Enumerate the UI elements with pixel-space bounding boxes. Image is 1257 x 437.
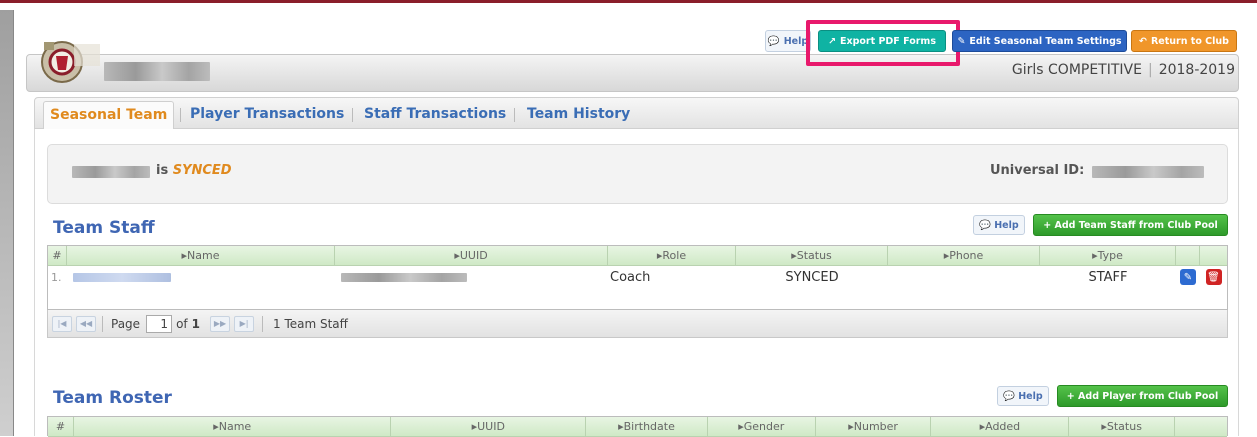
tab-staff-transactions[interactable]: Staff Transactions bbox=[364, 103, 506, 127]
club-crest-icon bbox=[41, 41, 100, 83]
row-number: 1. bbox=[51, 270, 62, 284]
staff-name-redacted bbox=[67, 266, 335, 288]
staff-pager: |◀ ◀◀ Page 1 of 1 ▶▶ ▶| 1 Team Staff bbox=[47, 310, 1228, 338]
col-delete bbox=[1200, 246, 1227, 265]
col-role[interactable]: ▸ Role bbox=[608, 246, 736, 265]
highlight-annotation bbox=[806, 20, 960, 66]
col-number[interactable]: # bbox=[48, 246, 67, 265]
col-uuid[interactable]: ▸ UUID bbox=[335, 246, 608, 265]
col-status[interactable]: ▸ Status bbox=[1069, 417, 1176, 436]
tab-team-history[interactable]: Team History bbox=[527, 103, 630, 127]
staff-phone bbox=[888, 266, 1040, 288]
page-number-input[interactable]: 1 bbox=[146, 314, 173, 333]
tab-bar: Seasonal Team Player Transactions Staff … bbox=[34, 97, 1239, 129]
col-number[interactable]: # bbox=[48, 417, 74, 436]
prev-page-button[interactable]: ◀◀ bbox=[76, 315, 96, 332]
col-added[interactable]: ▸ Added bbox=[931, 417, 1070, 436]
tab-seasonal-team[interactable]: Seasonal Team bbox=[43, 101, 175, 129]
tab-player-transactions[interactable]: Player Transactions bbox=[190, 103, 344, 127]
col-name[interactable]: ▸ Name bbox=[74, 417, 392, 436]
chat-icon: 💬 bbox=[979, 219, 992, 231]
col-name[interactable]: ▸ Name bbox=[67, 246, 335, 265]
pager-divider bbox=[262, 315, 263, 332]
pencil-icon: ✎ bbox=[957, 35, 966, 47]
add-team-staff-button[interactable]: + Add Team Staff from Club Pool bbox=[1033, 214, 1228, 236]
staff-role: Coach bbox=[610, 269, 651, 285]
roster-help-button[interactable]: 💬 Help bbox=[997, 386, 1049, 406]
total-pages: 1 bbox=[191, 316, 200, 331]
trash-icon: 🗑 bbox=[1205, 269, 1222, 285]
grid-header: # ▸ Name ▸ UUID ▸ Birthdate ▸ Gender ▸ Number… bbox=[48, 417, 1227, 437]
pager-divider bbox=[102, 315, 103, 332]
tab-divider bbox=[180, 108, 181, 122]
return-to-club-button[interactable]: ↶ Return to Club bbox=[1131, 30, 1237, 52]
staff-type: STAFF bbox=[1088, 269, 1128, 285]
col-gender[interactable]: ▸ Gender bbox=[708, 417, 816, 436]
col-number-jersey[interactable]: ▸ Number bbox=[816, 417, 932, 436]
staff-count: 1 Team Staff bbox=[273, 316, 348, 331]
sync-status-text: is SYNCED bbox=[156, 163, 232, 178]
top-border bbox=[0, 0, 1257, 10]
pencil-icon: ✎ bbox=[1180, 269, 1196, 285]
team-staff-title: Team Staff bbox=[53, 218, 155, 238]
edit-seasonal-team-settings-button[interactable]: ✎ Edit Seasonal Team Settings bbox=[952, 30, 1127, 52]
col-uuid[interactable]: ▸ UUID bbox=[391, 417, 587, 436]
col-edit bbox=[1176, 246, 1200, 265]
chat-icon: 💬 bbox=[1003, 390, 1016, 402]
grid-header: # ▸ Name ▸ UUID ▸ Role ▸ Status ▸ Phone ▸ Type bbox=[48, 246, 1227, 266]
team-roster-title: Team Roster bbox=[53, 388, 172, 408]
left-scroll-edge bbox=[0, 10, 14, 436]
staff-uuid-redacted bbox=[335, 266, 608, 288]
col-phone[interactable]: ▸ Phone bbox=[888, 246, 1040, 265]
table-row[interactable]: 1. Coach SYNCED STAFF ✎ 🗑 bbox=[48, 266, 1227, 288]
staff-status: SYNCED bbox=[785, 269, 839, 285]
chat-icon: 💬 bbox=[767, 35, 780, 47]
first-page-button[interactable]: |◀ bbox=[52, 315, 72, 332]
staff-help-button[interactable]: 💬 Help bbox=[973, 215, 1025, 235]
team-roster-grid: # ▸ Name ▸ UUID ▸ Birthdate ▸ Gender ▸ Number… bbox=[47, 416, 1228, 437]
col-status[interactable]: ▸ Status bbox=[736, 246, 888, 265]
col-birthdate[interactable]: ▸ Birthdate bbox=[586, 417, 708, 436]
col-actions bbox=[1175, 417, 1227, 436]
edit-staff-button[interactable]: ✎ bbox=[1176, 266, 1200, 288]
universal-id-redacted bbox=[1092, 166, 1204, 178]
col-type[interactable]: ▸ Type bbox=[1040, 246, 1176, 265]
team-staff-grid: # ▸ Name ▸ UUID ▸ Role ▸ Status ▸ Phone ▸ Type… bbox=[47, 245, 1228, 310]
help-button[interactable]: 💬 Help bbox=[765, 30, 811, 52]
tab-divider bbox=[352, 108, 353, 122]
add-player-button[interactable]: + Add Player from Club Pool bbox=[1057, 385, 1228, 407]
tab-divider bbox=[514, 108, 515, 122]
delete-staff-button[interactable]: 🗑 bbox=[1200, 266, 1227, 288]
return-arrow-icon: ↶ bbox=[1139, 35, 1147, 47]
team-code-redacted bbox=[72, 166, 150, 178]
of-label: of bbox=[176, 316, 188, 331]
next-page-button[interactable]: ▶▶ bbox=[210, 315, 230, 332]
season-label: Girls COMPETITIVE | 2018-2019 bbox=[1011, 62, 1235, 78]
last-page-button[interactable]: ▶| bbox=[234, 315, 254, 332]
universal-id-label: Universal ID: bbox=[990, 163, 1085, 178]
page-label: Page bbox=[111, 316, 141, 331]
team-name-redacted bbox=[104, 62, 210, 81]
